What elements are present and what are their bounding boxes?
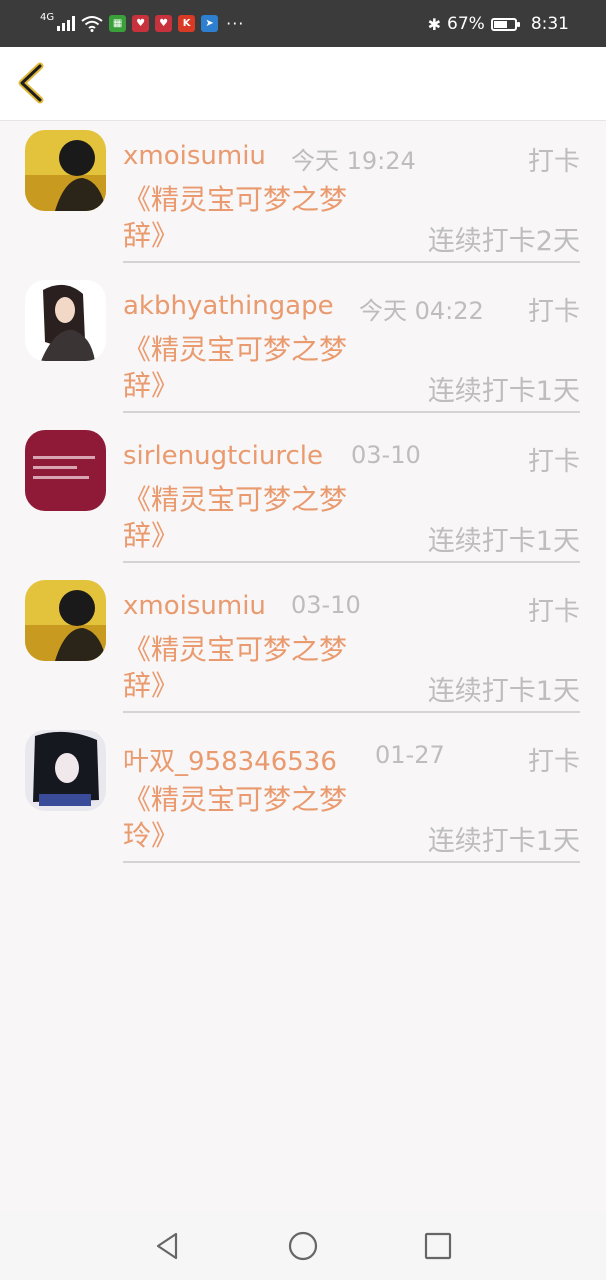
avatar[interactable]	[25, 130, 106, 211]
list-item[interactable]: 叶双_958346536 01-27 打卡 《精灵宝可梦之梦玲》 连续打卡1天	[0, 721, 606, 871]
avatar[interactable]	[25, 580, 106, 661]
avatar-image	[25, 280, 106, 361]
battery-percent: 67%	[447, 14, 485, 34]
battery-icon	[490, 17, 520, 31]
book-title[interactable]: 《精灵宝可梦之梦辞》	[123, 182, 381, 254]
book-title[interactable]: 《精灵宝可梦之梦辞》	[123, 332, 381, 404]
avatar-image	[25, 730, 106, 811]
chevron-left-icon[interactable]	[14, 61, 50, 105]
more-notifications-icon: ···	[226, 13, 245, 33]
user-name[interactable]: xmoisumiu	[123, 141, 266, 171]
divider	[123, 711, 580, 713]
circle-home-icon[interactable]	[287, 1230, 319, 1262]
streak-count: 连续打卡1天	[427, 526, 580, 557]
list-item[interactable]: sirlenugtciurcle 03-10 打卡 《精灵宝可梦之梦辞》 连续打…	[0, 421, 606, 571]
checkin-time: 今天 19:24	[291, 147, 416, 175]
qq-icon: ▦	[109, 14, 127, 32]
mail-app-icon: ➤	[201, 14, 219, 32]
avatar[interactable]	[25, 730, 106, 811]
checkin-time: 03-10	[351, 441, 421, 469]
heart-app-icon: ♥	[155, 14, 173, 32]
checkin-tag: 打卡	[527, 447, 580, 477]
checkin-time: 03-10	[291, 591, 361, 619]
streak-count: 连续打卡1天	[427, 376, 580, 407]
user-name[interactable]: 叶双_958346536	[123, 741, 337, 778]
avatar-image	[25, 580, 106, 661]
clock: 8:31	[530, 14, 569, 34]
wifi-icon	[81, 15, 103, 32]
divider	[123, 411, 580, 413]
user-name[interactable]: akbhyathingape	[123, 291, 334, 321]
checkin-tag: 打卡	[527, 597, 580, 627]
divider	[123, 261, 580, 263]
user-name[interactable]: xmoisumiu	[123, 591, 266, 621]
user-name[interactable]: sirlenugtciurcle	[123, 441, 323, 471]
streak-count: 连续打卡1天	[427, 826, 580, 857]
list-item[interactable]: akbhyathingape 今天 04:22 打卡 《精灵宝可梦之梦辞》 连续…	[0, 271, 606, 421]
avatar[interactable]	[25, 280, 106, 361]
book-title[interactable]: 《精灵宝可梦之梦辞》	[123, 632, 381, 704]
header-bar	[0, 47, 606, 121]
avatar[interactable]	[25, 430, 106, 511]
streak-count: 连续打卡1天	[427, 676, 580, 707]
divider	[123, 561, 580, 563]
checkin-tag: 打卡	[527, 747, 580, 777]
square-recents-icon[interactable]	[422, 1230, 454, 1262]
status-left: 4G ▦ ♥ ♥ K ➤ ···	[40, 10, 244, 36]
checkin-time: 今天 04:22	[359, 297, 484, 325]
list-item[interactable]: xmoisumiu 今天 19:24 打卡 《精灵宝可梦之梦辞》 连续打卡2天	[0, 121, 606, 271]
avatar-image	[25, 130, 106, 211]
divider	[123, 861, 580, 863]
bluetooth-icon: ✱	[427, 14, 442, 34]
checkin-tag: 打卡	[527, 297, 580, 327]
system-nav-bar	[0, 1211, 606, 1280]
book-title[interactable]: 《精灵宝可梦之梦玲》	[123, 782, 381, 854]
network-type: 4G	[40, 11, 55, 23]
book-title[interactable]: 《精灵宝可梦之梦辞》	[123, 482, 381, 554]
status-right: ✱ 67% 8:31	[428, 12, 569, 36]
streak-count: 连续打卡2天	[427, 226, 580, 257]
heart-app-icon: ♥	[132, 14, 150, 32]
triangle-back-icon[interactable]	[152, 1230, 184, 1262]
kuaishou-icon: K	[178, 14, 196, 32]
checkin-tag: 打卡	[527, 147, 580, 177]
list-item[interactable]: xmoisumiu 03-10 打卡 《精灵宝可梦之梦辞》 连续打卡1天	[0, 571, 606, 721]
avatar-image	[25, 430, 106, 511]
status-bar: 4G ▦ ♥ ♥ K ➤ ··· ✱ 67% 8:31	[0, 0, 606, 47]
signal-icon	[57, 15, 76, 31]
checkin-time: 01-27	[375, 741, 445, 769]
